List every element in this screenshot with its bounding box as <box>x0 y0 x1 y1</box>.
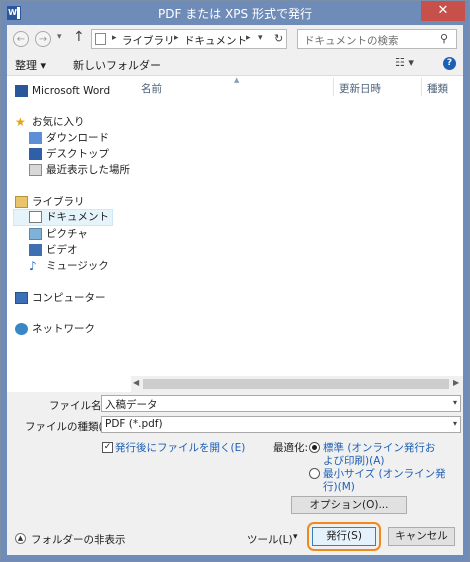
view-icon[interactable]: ☷ ▾ <box>395 56 414 69</box>
star-icon: ★ <box>15 115 26 129</box>
picture-icon <box>29 228 42 240</box>
browser-pane: Microsoft Word ★ お気に入り ダウンロード デスクトップ 最近表示… <box>7 75 463 392</box>
download-icon <box>29 132 42 144</box>
nav-item-network[interactable]: ネットワーク <box>15 321 95 337</box>
document-icon <box>29 211 42 223</box>
computer-icon <box>15 292 28 304</box>
filename-field[interactable]: 入稿データ ▾ <box>101 395 461 412</box>
search-input[interactable]: ドキュメントの検索 <box>304 33 399 48</box>
tools-menu[interactable]: ツール(L) <box>247 532 293 547</box>
file-list[interactable]: ▲ 名前 更新日時 種類 <box>131 76 463 376</box>
folder-icon <box>95 33 106 45</box>
word-icon <box>15 85 28 97</box>
breadcrumb-separator-icon: ▸ <box>174 33 179 43</box>
refresh-icon[interactable]: ↻ <box>274 32 283 45</box>
nav-item-documents[interactable]: ドキュメント <box>13 209 113 226</box>
search-box[interactable]: ドキュメントの検索 ⚲ <box>297 29 457 49</box>
filename-value[interactable]: 入稿データ <box>105 397 158 412</box>
horizontal-scrollbar[interactable]: ◀ ▶ <box>131 376 463 392</box>
nav-item-music[interactable]: ♪ ミュージック <box>29 258 109 274</box>
dialog-body: ← → ▾ ↑ ▸ ライブラリ ▸ ドキュメント ▸ ▾ ↻ ドキュメントの検索… <box>7 25 463 555</box>
close-button[interactable]: ✕ <box>421 1 465 21</box>
address-bar[interactable]: ▸ ライブラリ ▸ ドキュメント ▸ ▾ ↻ <box>91 29 287 49</box>
breadcrumb-libraries[interactable]: ライブラリ <box>122 33 175 48</box>
nav-item-desktop[interactable]: デスクトップ <box>29 146 109 162</box>
recent-icon <box>29 164 42 176</box>
up-arrow-icon[interactable]: ↑ <box>73 29 85 45</box>
dialog-window: W PDF または XPS 形式で発行 ✕ ← → ▾ ↑ ▸ ライブラリ ▸ … <box>0 0 470 562</box>
nav-item-computer[interactable]: コンピューター <box>15 290 106 306</box>
cancel-button[interactable]: キャンセル <box>388 527 455 546</box>
filetype-value[interactable]: PDF (*.pdf) <box>105 418 163 430</box>
column-header-type[interactable]: 種類 <box>427 81 448 96</box>
forward-icon[interactable]: → <box>35 31 51 47</box>
music-icon: ♪ <box>29 259 37 273</box>
chevron-up-icon: ▲ <box>15 533 26 544</box>
open-after-checkbox[interactable]: ✓ <box>102 442 113 453</box>
scroll-right-icon[interactable]: ▶ <box>453 378 459 387</box>
breadcrumb-separator-icon: ▸ <box>246 33 251 43</box>
back-icon[interactable]: ← <box>13 31 29 47</box>
navigation-pane: Microsoft Word ★ お気に入り ダウンロード デスクトップ 最近表示… <box>7 76 131 392</box>
title-bar: W PDF または XPS 形式で発行 ✕ <box>1 1 469 25</box>
tools-dropdown-icon[interactable]: ▾ <box>293 532 298 542</box>
optimize-minimum-label-line2[interactable]: 行)(M) <box>323 479 355 494</box>
nav-item-word[interactable]: Microsoft Word <box>15 83 110 99</box>
publish-button[interactable]: 発行(S) <box>312 527 376 546</box>
options-button[interactable]: オプション(O)... <box>291 496 407 514</box>
new-folder-button[interactable]: 新しいフォルダー <box>73 57 161 73</box>
nav-item-libraries[interactable]: ライブラリ <box>15 194 85 210</box>
optimize-minimum-radio[interactable] <box>309 468 320 479</box>
nav-item-favorites[interactable]: ★ お気に入り <box>15 114 85 130</box>
organize-button[interactable]: 整理 ▾ <box>15 57 46 73</box>
command-bar: 整理 ▾ 新しいフォルダー ☷ ▾ ? <box>7 53 463 75</box>
hide-folders-label: フォルダーの非表示 <box>31 534 126 546</box>
help-icon[interactable]: ? <box>443 57 456 70</box>
desktop-icon <box>29 148 42 160</box>
breadcrumb-separator-icon: ▸ <box>112 33 117 43</box>
sort-indicator-icon: ▲ <box>234 76 240 84</box>
chevron-down-icon[interactable]: ▾ <box>453 419 457 428</box>
nav-item-pictures[interactable]: ピクチャ <box>29 226 88 242</box>
chevron-down-icon[interactable]: ▾ <box>453 398 457 407</box>
open-after-label[interactable]: 発行後にファイルを開く(E) <box>115 440 245 455</box>
column-header-name[interactable]: 名前 <box>141 81 162 96</box>
column-divider[interactable] <box>333 78 334 96</box>
scroll-left-icon[interactable]: ◀ <box>133 378 139 387</box>
recent-locations-icon[interactable]: ▾ <box>57 32 62 42</box>
column-header-modified[interactable]: 更新日時 <box>339 81 381 96</box>
optimize-label: 最適化: <box>273 442 309 454</box>
column-divider[interactable] <box>421 78 422 96</box>
network-icon <box>15 323 28 335</box>
nav-item-recent[interactable]: 最近表示した場所 <box>29 162 130 178</box>
filetype-select[interactable]: PDF (*.pdf) ▾ <box>101 416 461 433</box>
video-icon <box>29 244 42 256</box>
scrollbar-thumb[interactable] <box>143 379 449 389</box>
window-title: PDF または XPS 形式で発行 <box>158 7 312 21</box>
address-dropdown-icon[interactable]: ▾ <box>258 33 263 43</box>
optimize-standard-radio[interactable] <box>309 442 320 453</box>
nav-item-downloads[interactable]: ダウンロード <box>29 130 109 146</box>
breadcrumb-documents[interactable]: ドキュメント <box>184 33 247 48</box>
library-icon <box>15 196 28 208</box>
search-icon[interactable]: ⚲ <box>440 32 448 45</box>
nav-item-videos[interactable]: ビデオ <box>29 242 78 258</box>
